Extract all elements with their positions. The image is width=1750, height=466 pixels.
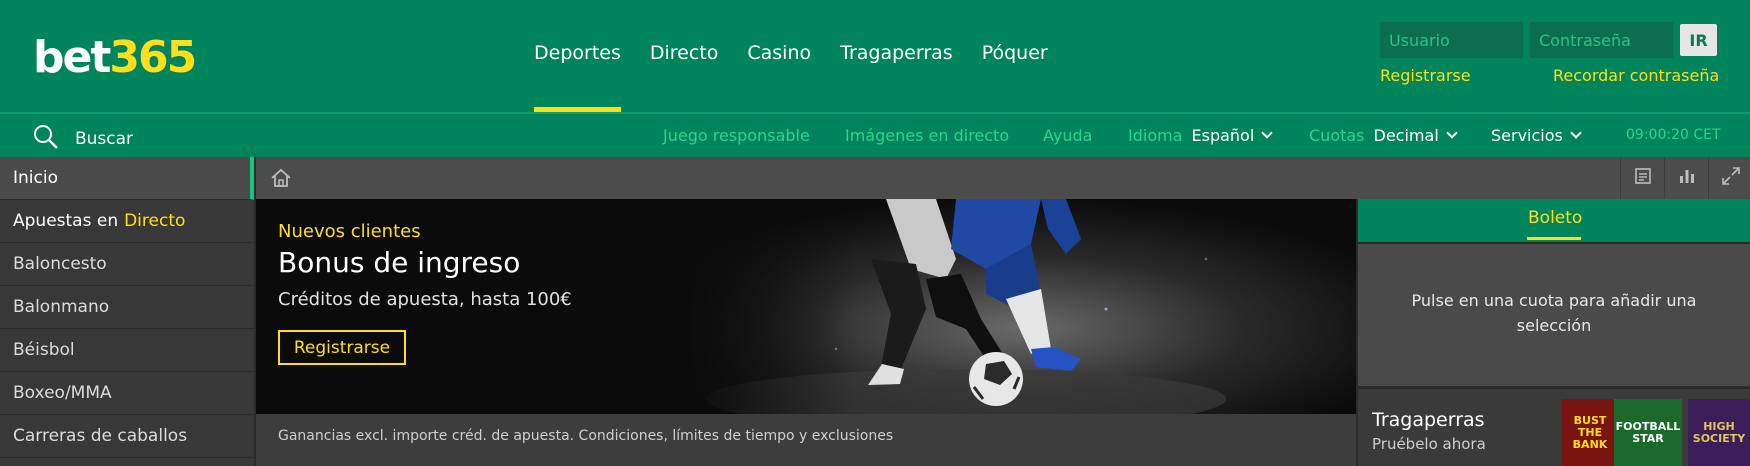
slots-title: Tragaperras	[1372, 409, 1485, 431]
search-icon	[33, 124, 59, 154]
sidebar-item-boxeo[interactable]: Boxeo/MMA	[0, 372, 254, 415]
expand-icon	[1721, 166, 1741, 190]
top-header: bet365 Deportes Directo Casino Tragaperr…	[0, 0, 1750, 112]
football-players-image	[686, 199, 1356, 414]
login-submit-button[interactable]: IR	[1680, 24, 1717, 56]
password-input[interactable]	[1530, 22, 1673, 58]
content-toolbar	[256, 157, 1750, 199]
banner-register-button[interactable]: Registrarse	[278, 330, 406, 365]
bet-slip-empty-message: Pulse en una cuota para añadir una selec…	[1358, 244, 1750, 386]
tab-boleto-label: Boleto	[1528, 208, 1583, 228]
nav-tragaperras[interactable]: Tragaperras	[840, 0, 953, 112]
clock: 09:00:20 CET	[1626, 127, 1721, 143]
odds-format-selector[interactable]: Cuotas Decimal	[1309, 114, 1458, 157]
fullscreen-button[interactable]	[1708, 157, 1750, 199]
services-label: Servicios	[1491, 126, 1563, 145]
nav-deportes[interactable]: Deportes	[534, 0, 621, 112]
slot-game-bust-the-bank[interactable]: BUST THE BANK	[1562, 399, 1618, 466]
welcome-bonus-banner[interactable]: Nuevos clientes Bonus de ingreso Crédito…	[256, 199, 1356, 414]
help-link[interactable]: Ayuda	[1043, 114, 1092, 157]
chevron-down-icon	[1570, 126, 1582, 139]
slots-promo[interactable]: Tragaperras Pruébelo ahora BUST THE BANK…	[1358, 389, 1750, 466]
tab-boleto[interactable]: Boleto	[1358, 199, 1750, 242]
chevron-down-icon	[1446, 126, 1458, 139]
sidebar-item-balonmano[interactable]: Balonmano	[0, 286, 254, 329]
banner-terms[interactable]: Ganancias excl. importe créd. de apuesta…	[256, 414, 1356, 466]
nav-poquer[interactable]: Póquer	[982, 0, 1048, 112]
stats-button[interactable]	[1664, 157, 1708, 199]
sports-sidebar: Inicio Apuestas en Directo Baloncesto Bal…	[0, 157, 254, 466]
bet365-logo[interactable]: bet365	[33, 30, 197, 86]
sub-nav: Buscar Juego responsable Imágenes en dir…	[0, 112, 1750, 157]
sidebar-item-beisbol[interactable]: Béisbol	[0, 329, 254, 372]
banner-eyebrow: Nuevos clientes	[278, 221, 421, 242]
right-panel: Boleto Pulse en una cuota para añadir un…	[1358, 199, 1750, 466]
home-icon[interactable]	[270, 167, 292, 193]
language-label: Idioma	[1128, 126, 1183, 145]
slots-subtitle: Pruébelo ahora	[1372, 435, 1486, 453]
remember-password-link[interactable]: Recordar contraseña	[1553, 66, 1719, 85]
sidebar-item-carreras[interactable]: Carreras de caballos	[0, 415, 254, 458]
search-label: Buscar	[75, 129, 134, 149]
chevron-down-icon	[1261, 126, 1273, 139]
nav-directo[interactable]: Directo	[650, 0, 719, 112]
odds-value: Decimal	[1373, 126, 1439, 145]
receipt-icon	[1634, 167, 1652, 189]
services-menu[interactable]: Servicios	[1491, 114, 1582, 157]
sidebar-item-baloncesto[interactable]: Baloncesto	[0, 243, 254, 286]
banner-title: Bonus de ingreso	[278, 246, 521, 279]
register-link[interactable]: Registrarse	[1380, 66, 1471, 85]
odds-label: Cuotas	[1309, 126, 1365, 145]
language-value: Español	[1191, 126, 1255, 145]
slot-game-football-star[interactable]: FOOTBALL STAR	[1614, 399, 1682, 466]
username-input[interactable]	[1380, 22, 1523, 58]
sidebar-item-inicio[interactable]: Inicio	[0, 157, 254, 200]
sidebar-item-live[interactable]: Apuestas en Directo	[0, 200, 254, 243]
live-images-link[interactable]: Imágenes en directo	[845, 114, 1009, 157]
language-selector[interactable]: Idioma Español	[1128, 114, 1273, 157]
nav-casino[interactable]: Casino	[747, 0, 811, 112]
responsible-gambling-link[interactable]: Juego responsable	[663, 114, 810, 157]
tab-active-underline	[1527, 237, 1581, 240]
banner-subtitle: Créditos de apuesta, hasta 100€	[278, 289, 572, 310]
sidebar-live-prefix: Apuestas en	[13, 211, 119, 231]
slot-game-high-society[interactable]: HIGH SOCIETY	[1688, 399, 1750, 466]
bar-chart-icon	[1678, 167, 1696, 189]
search[interactable]: Buscar	[33, 124, 133, 154]
bet-slip-view-button[interactable]	[1620, 157, 1664, 199]
main-nav: Deportes Directo Casino Tragaperras Póqu…	[534, 0, 1077, 112]
sidebar-live-highlight: Directo	[124, 211, 186, 231]
